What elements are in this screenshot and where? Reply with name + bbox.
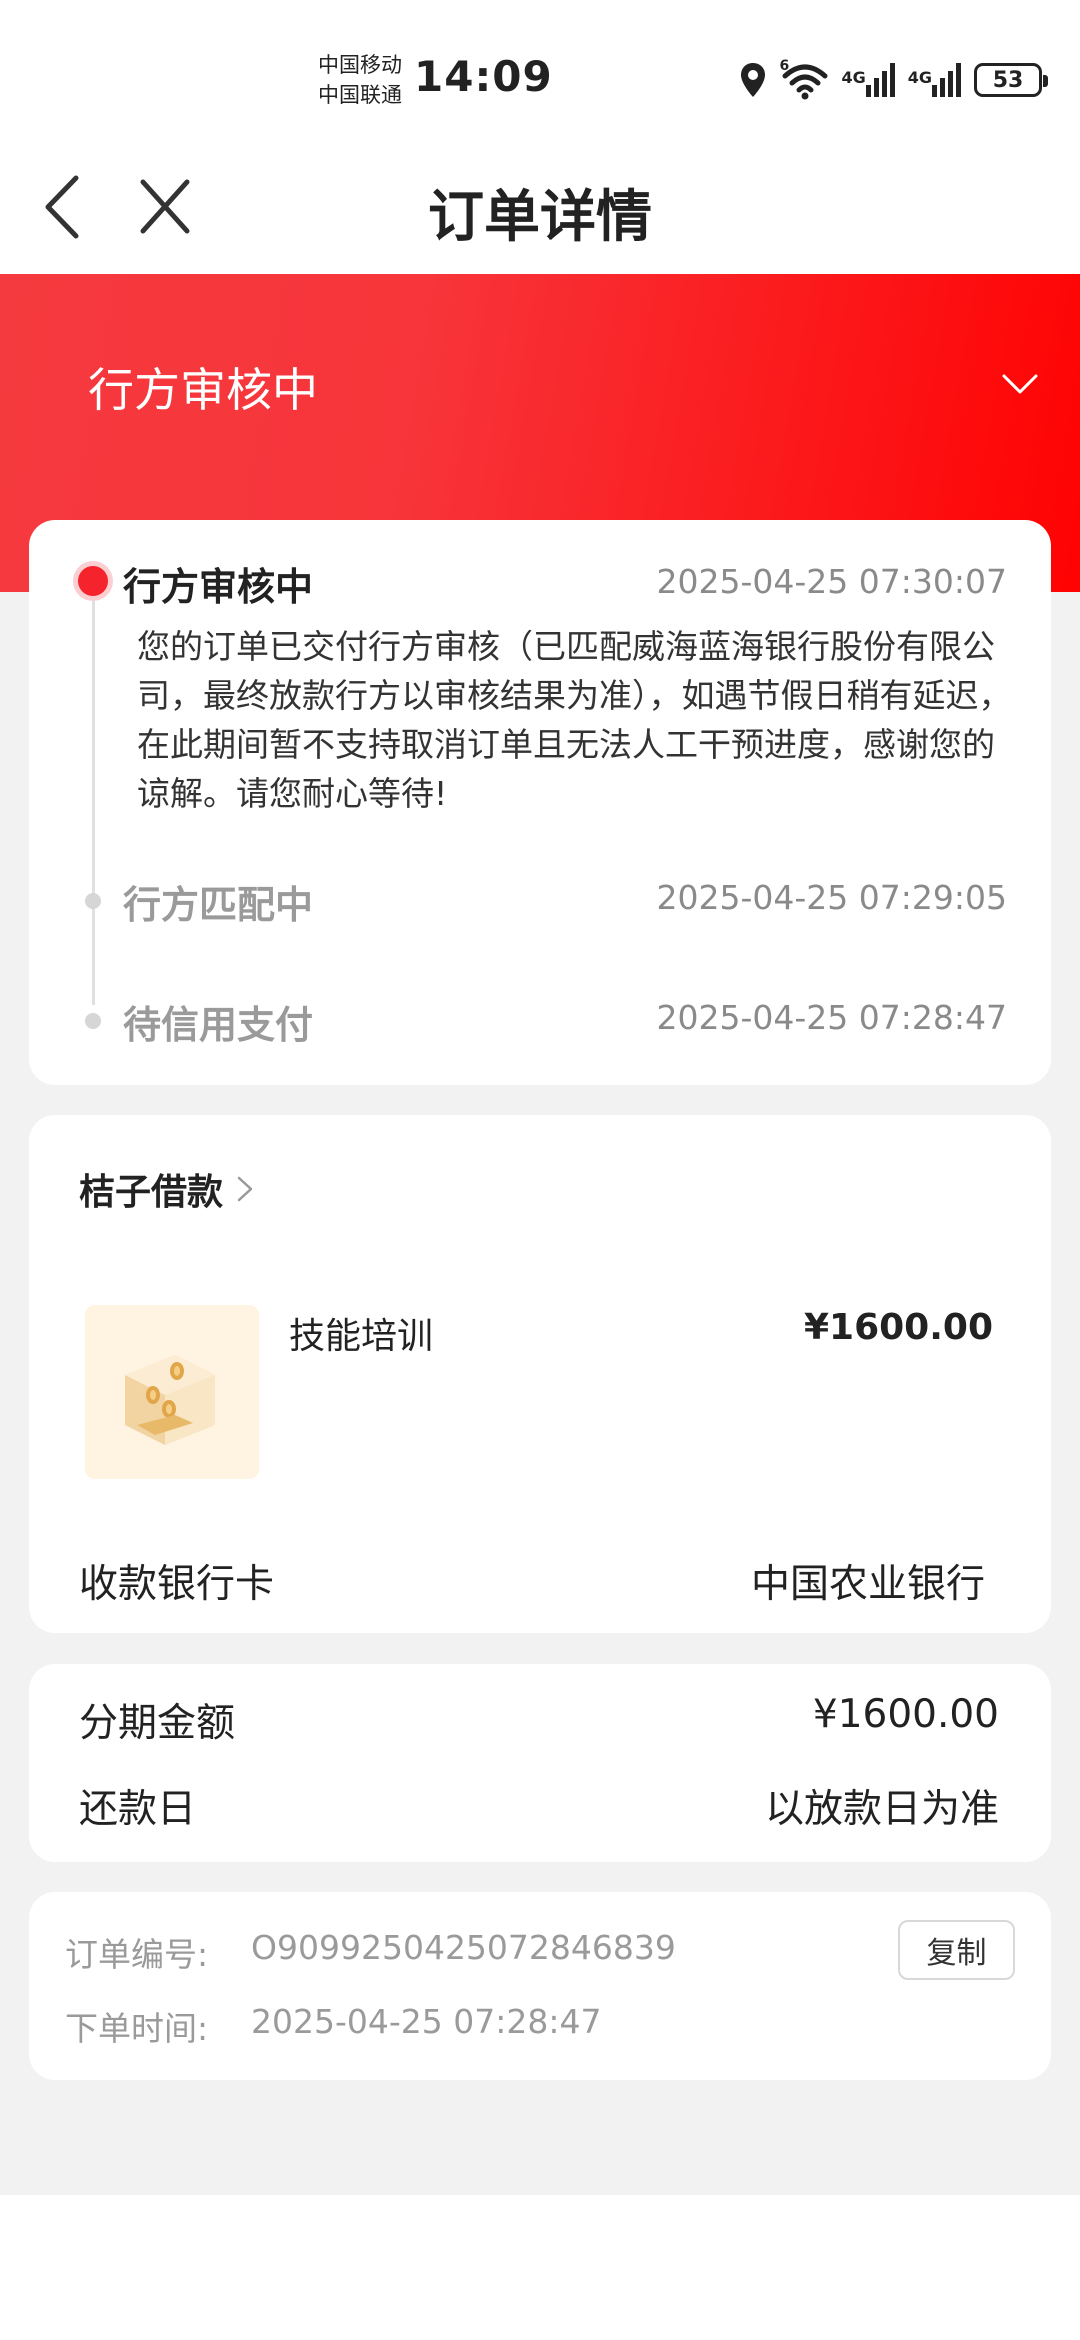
bottom-area — [0, 2195, 1080, 2340]
merchant-name: 桔子借款 — [79, 1172, 224, 1213]
timeline-dot-active — [78, 566, 108, 596]
bank-card-value: 中国农业银行 — [750, 1562, 985, 1607]
installment-card: 分期金额 ¥1600.00 还款日 以放款日为准 — [29, 1664, 1051, 1862]
timeline-dot — [85, 893, 101, 909]
signal-icon: 4G — [908, 63, 962, 97]
battery-level: 53 — [992, 67, 1024, 93]
order-number-value: O909925042507284683​9 — [251, 1928, 676, 1967]
timeline-line — [92, 580, 95, 1005]
carrier-2: 中国联通 — [318, 83, 402, 107]
battery-icon: 53 — [974, 63, 1048, 97]
order-number-label: 订单编号: — [65, 1935, 209, 1974]
order-time-value: 2025-04-25 07:28:47 — [251, 2002, 602, 2041]
timeline-step-time: 2025-04-25 07:29:05 — [656, 878, 1007, 917]
signal-icon: 4G — [841, 63, 895, 97]
product-image — [85, 1305, 259, 1479]
installment-amount-label: 分期金额 — [79, 1701, 236, 1746]
wifi-icon: 6 — [779, 58, 829, 100]
banner-status-text: 行方审核中 — [88, 363, 318, 417]
timeline-step-description: 您的订单已交付行方审核（已匹配威海蓝海银行股份有限公司，最终放款行方以审核结果为… — [137, 627, 1012, 813]
timeline-step-title: 待信用支付 — [123, 1003, 314, 1047]
product-card: 桔子借款 技能培训 ¥1600.00 收款银行卡 中国农业银行 — [29, 1115, 1051, 1633]
status-icons: 6 4G 4G 53 — [739, 58, 1048, 102]
chevron-right-icon — [237, 1176, 253, 1202]
status-bar: 中国移动 中国联通 14:09 6 4G 4G 53 — [0, 0, 1080, 155]
repay-day-label: 还款日 — [79, 1787, 197, 1832]
timeline-step-time: 2025-04-25 07:28:47 — [656, 998, 1007, 1037]
progress-timeline-card: 行方审核中 2025-04-25 07:30:07 您的订单已交付行方审核（已匹… — [29, 520, 1051, 1085]
chevron-down-icon[interactable] — [1000, 364, 1040, 404]
product-name: 技能培训 — [289, 1316, 434, 1357]
status-time: 14:09 — [414, 52, 553, 101]
order-detail-page: 中国移动 中国联通 14:09 6 4G 4G 53 订单详情 行方审核中 行方… — [0, 0, 1080, 2340]
product-price: ¥1600.00 — [803, 1307, 993, 1348]
coin-box-icon — [85, 1305, 259, 1479]
nav-bar: 订单详情 — [0, 150, 1080, 275]
timeline-dot — [85, 1013, 101, 1029]
installment-amount-value: ¥1600.00 — [812, 1692, 999, 1737]
timeline-step-title: 行方审核中 — [123, 565, 314, 609]
copy-button[interactable]: 复制 — [898, 1920, 1015, 1980]
order-time-label: 下单时间: — [65, 2009, 209, 2048]
carrier-labels: 中国移动 中国联通 — [318, 50, 418, 110]
merchant-link[interactable]: 桔子借款 — [79, 1163, 257, 1215]
bank-card-label: 收款银行卡 — [79, 1562, 275, 1607]
carrier-1: 中国移动 — [318, 53, 402, 77]
timeline-step-title: 行方匹配中 — [123, 883, 314, 927]
timeline-step-time: 2025-04-25 07:30:07 — [656, 562, 1007, 601]
order-info-card: 订单编号: O909925042507284683​9 复制 下单时间: 202… — [29, 1892, 1051, 2080]
location-icon — [741, 63, 766, 97]
repay-day-value: 以放款日为准 — [764, 1787, 999, 1832]
page-title: 订单详情 — [428, 185, 652, 250]
